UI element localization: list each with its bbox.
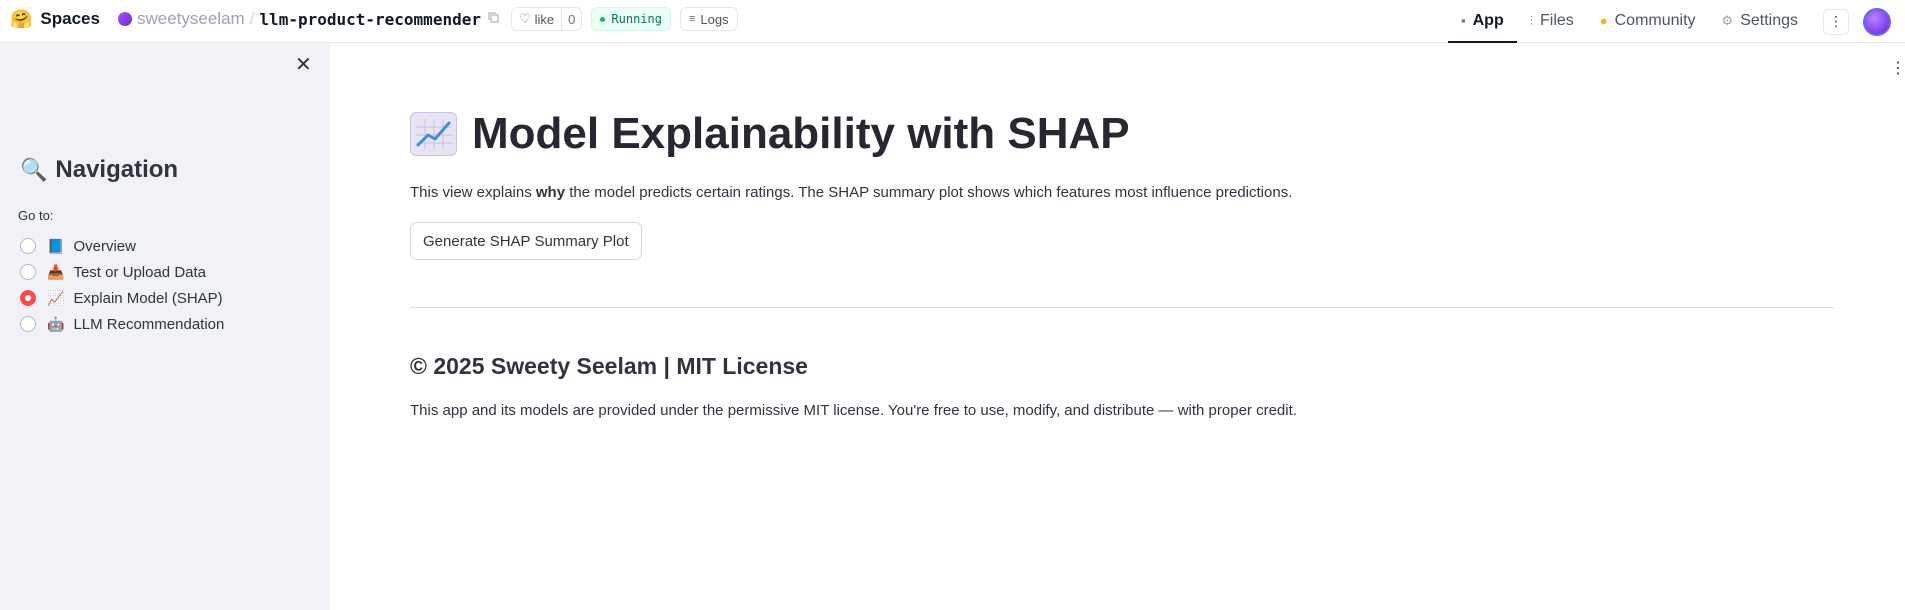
tab-settings-label: Settings [1740,11,1798,29]
more-options-button[interactable]: ⋮ [1823,8,1849,35]
tab-app[interactable]: ▪ App [1448,0,1517,43]
community-icon: ● [1599,13,1608,28]
radio-button[interactable] [20,238,36,254]
radio-option-test-upload[interactable]: 📥 Test or Upload Data [20,259,224,285]
radio-group-label: Go to: [18,208,54,223]
tab-settings[interactable]: ⚙ Settings [1709,0,1811,43]
radio-option-label: Overview [73,237,136,255]
navigation-radio-group: 📘 Overview 📥 Test or Upload Data 📈 Expla… [20,233,224,337]
copy-icon[interactable] [488,12,499,26]
inbox-tray-icon: 📥 [47,263,65,280]
copy-icon-svg [488,12,499,23]
status-label: Running [611,12,662,26]
desc-emphasis: why [535,184,566,201]
main-menu-icon[interactable]: ⋮ [1890,58,1905,78]
owner-link[interactable]: sweetyseelam [137,9,245,29]
like-label: like [534,11,555,27]
logs-button[interactable]: ≡ Logs [679,7,738,31]
tab-community-label: Community [1614,11,1696,29]
files-icon: ⫶ [1529,12,1533,28]
top-bar: 🤗 Spaces sweetyseelam / llm-product-reco… [0,0,1905,43]
radio-button[interactable] [20,264,36,280]
tab-community[interactable]: ● Community [1587,0,1709,43]
page-title-text: Model Explainability with SHAP [472,109,1130,158]
sidebar-title-text: Navigation [55,156,179,183]
like-button[interactable]: ♡ like 0 [510,7,583,31]
chart-increasing-icon [410,112,457,156]
page-title: Model Explainability with SHAP [410,109,1130,159]
magnifier-icon: 🔍 [20,157,48,182]
heart-icon: ♡ [518,11,531,26]
close-sidebar-icon[interactable]: ✕ [295,55,312,75]
logs-label: Logs [700,11,729,27]
radio-option-llm-recommendation[interactable]: 🤖 LLM Recommendation [20,311,224,337]
tab-app-label: App [1472,11,1504,29]
sidebar: ✕ 🔍 Navigation Go to: 📘 Overview 📥 Test … [0,43,330,610]
settings-gear-icon: ⚙ [1721,12,1734,28]
radio-button[interactable] [20,316,36,332]
divider [410,307,1834,308]
chart-increasing-svg [415,119,452,149]
radio-option-explain-model[interactable]: 📈 Explain Model (SHAP) [20,285,224,311]
spaces-link[interactable]: Spaces [40,9,100,29]
like-count: 0 [561,8,581,30]
tab-files-label: Files [1539,11,1574,29]
chart-increasing-icon: 📈 [47,289,65,306]
status-dot-icon [600,16,606,22]
status-badge[interactable]: Running [591,7,671,31]
more-vertical-icon: ⋮ [1829,13,1843,29]
logs-icon: ≡ [688,13,696,25]
radio-option-overview[interactable]: 📘 Overview [20,233,224,259]
robot-icon: 🤖 [47,315,65,332]
breadcrumb: 🤗 Spaces sweetyseelam / llm-product-reco… [10,0,738,38]
owner-avatar-icon [117,12,132,26]
book-icon: 📘 [47,237,65,254]
radio-option-label: Explain Model (SHAP) [73,289,223,307]
repo-name[interactable]: llm-product-recommender [259,10,481,29]
tab-files[interactable]: ⫶ Files [1517,0,1587,43]
app-cube-icon: ▪ [1461,13,1466,28]
footer-license-text: This app and its models are provided und… [410,402,1297,419]
sidebar-title: 🔍 Navigation [20,156,178,184]
desc-suffix: the model predicts certain ratings. The … [565,184,1293,201]
radio-option-label: LLM Recommendation [73,315,225,333]
generate-shap-plot-button[interactable]: Generate SHAP Summary Plot [410,222,642,260]
user-avatar[interactable] [1863,7,1891,36]
breadcrumb-separator: / [249,9,255,28]
desc-prefix: This view explains [410,184,536,201]
space-tabs: ▪ App ⫶ Files ● Community ⚙ Settings ⋮ [1448,0,1905,43]
huggingface-logo-icon[interactable]: 🤗 [10,10,32,28]
footer-title: © 2025 Sweety Seelam | MIT License [410,353,808,379]
radio-button-selected[interactable] [20,290,36,306]
page-description: This view explains why the model predict… [410,184,1292,201]
radio-option-label: Test or Upload Data [73,263,207,281]
